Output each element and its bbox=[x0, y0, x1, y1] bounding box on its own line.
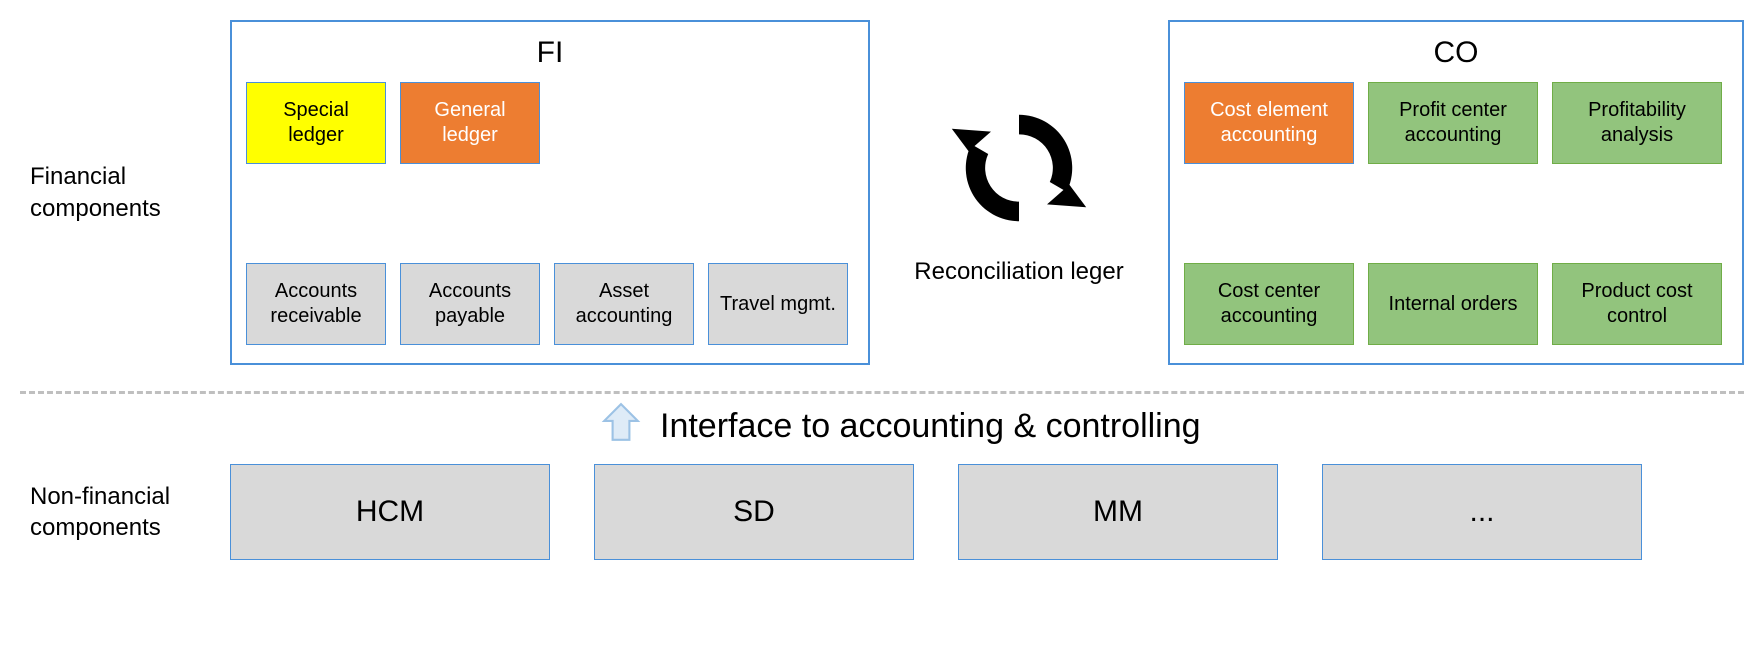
co-box-profit-center: Profit center accounting bbox=[1368, 82, 1538, 164]
financial-components-label: Financial components bbox=[20, 161, 220, 223]
fi-title: FI bbox=[246, 36, 854, 70]
fi-box-travel-mgmt: Travel mgmt. bbox=[708, 263, 848, 345]
co-title: CO bbox=[1184, 36, 1728, 70]
nonfinancial-row: Non-financial components HCM SD MM ... bbox=[20, 464, 1744, 560]
fi-box-general-ledger: General ledger bbox=[400, 82, 540, 164]
nf-box-more: ... bbox=[1322, 464, 1642, 560]
co-box-cost-center: Cost center accounting bbox=[1184, 263, 1354, 345]
nonfinancial-boxes: HCM SD MM ... bbox=[230, 464, 1642, 560]
fi-box-accounts-receivable: Accounts receivable bbox=[246, 263, 386, 345]
financial-row: Financial components FI Special ledger G… bbox=[20, 20, 1744, 365]
fi-panel: FI Special ledger General ledger Account… bbox=[230, 20, 870, 365]
arrow-up-icon bbox=[220, 402, 660, 446]
co-box-product-cost: Product cost control bbox=[1552, 263, 1722, 345]
reconciliation-section: Reconciliation leger bbox=[880, 98, 1158, 287]
nf-box-mm: MM bbox=[958, 464, 1278, 560]
interface-label: Interface to accounting & controlling bbox=[660, 407, 1201, 446]
co-box-profitability: Profitability analysis bbox=[1552, 82, 1722, 164]
fi-top-row: Special ledger General ledger bbox=[246, 82, 854, 164]
co-top-row: Cost element accounting Profit center ac… bbox=[1184, 82, 1728, 164]
interface-row: Interface to accounting & controlling bbox=[220, 402, 1744, 446]
fi-box-asset-accounting: Asset accounting bbox=[554, 263, 694, 345]
sync-icon bbox=[949, 98, 1089, 238]
co-panel: CO Cost element accounting Profit center… bbox=[1168, 20, 1744, 365]
section-divider bbox=[20, 391, 1744, 394]
co-box-internal-orders: Internal orders bbox=[1368, 263, 1538, 345]
fi-box-accounts-payable: Accounts payable bbox=[400, 263, 540, 345]
fi-bottom-row: Accounts receivable Accounts payable Ass… bbox=[246, 263, 854, 345]
co-bottom-row: Cost center accounting Internal orders P… bbox=[1184, 263, 1728, 345]
co-box-cost-element: Cost element accounting bbox=[1184, 82, 1354, 164]
nf-box-sd: SD bbox=[594, 464, 914, 560]
nf-box-hcm: HCM bbox=[230, 464, 550, 560]
reconciliation-label: Reconciliation leger bbox=[914, 256, 1123, 287]
fi-box-special-ledger: Special ledger bbox=[246, 82, 386, 164]
nonfinancial-components-label: Non-financial components bbox=[20, 481, 220, 543]
